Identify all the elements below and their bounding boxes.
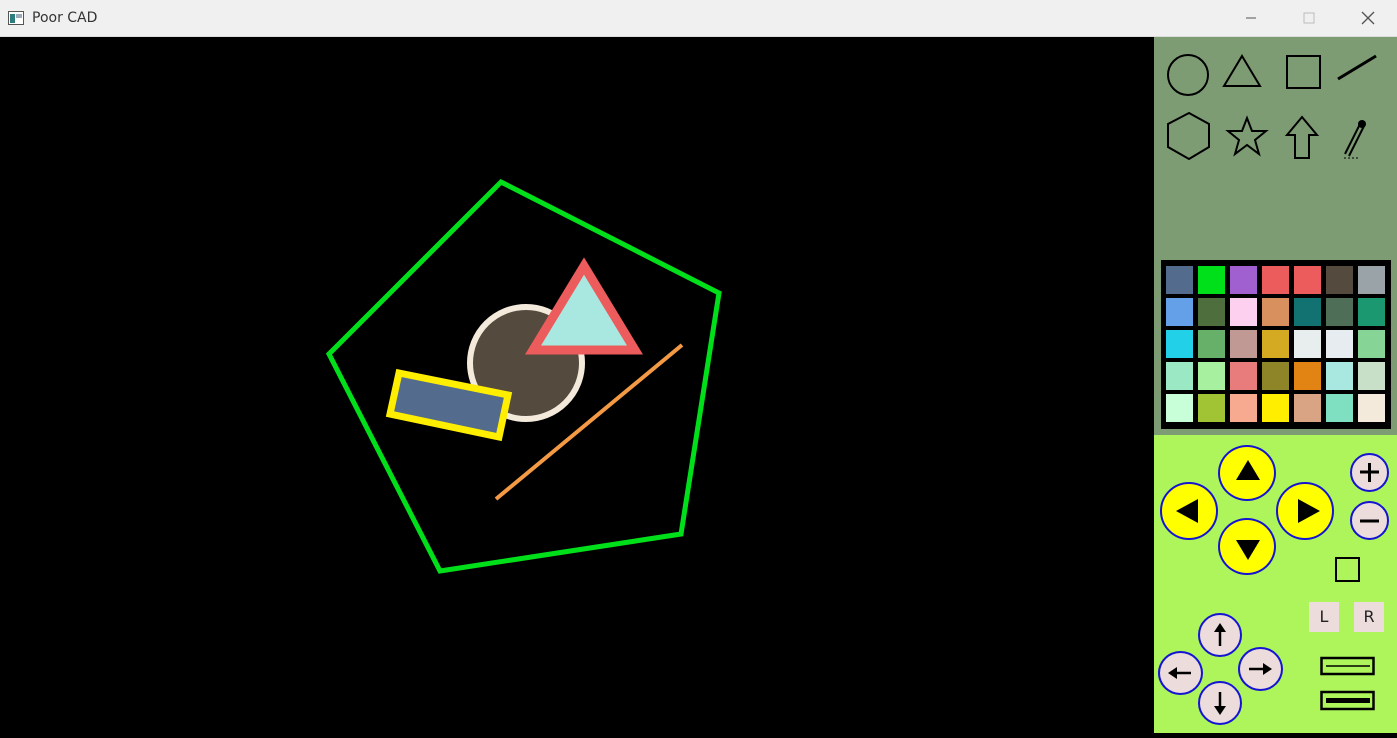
triangle-icon — [1222, 54, 1262, 87]
color-swatch[interactable] — [1294, 266, 1321, 294]
color-swatch[interactable] — [1326, 362, 1353, 390]
color-swatch[interactable] — [1230, 362, 1257, 390]
color-swatch[interactable] — [1294, 362, 1321, 390]
thin-line-icon — [1320, 656, 1375, 676]
arrow-down-icon — [1214, 692, 1226, 715]
shape-triangle[interactable] — [525, 257, 643, 355]
move-down-button[interactable] — [1198, 681, 1242, 725]
tool-circle-button[interactable] — [1163, 50, 1213, 100]
color-swatch[interactable] — [1262, 394, 1289, 422]
square-icon — [1286, 55, 1321, 89]
drawing-canvas[interactable] — [0, 37, 1154, 733]
color-swatch[interactable] — [1230, 394, 1257, 422]
color-swatch[interactable] — [1294, 330, 1321, 358]
window-title: Poor CAD — [32, 10, 98, 26]
tool-pencil-button[interactable] — [1332, 114, 1382, 164]
triangle-right-icon — [1298, 499, 1320, 523]
minus-icon — [1360, 519, 1379, 523]
color-swatch[interactable] — [1358, 394, 1385, 422]
square-outline-icon — [1335, 557, 1360, 582]
circle-icon — [1167, 54, 1209, 96]
tool-star-button[interactable] — [1222, 112, 1272, 162]
color-swatch[interactable] — [1198, 298, 1225, 326]
pan-left-button[interactable] — [1160, 482, 1218, 540]
triangle-up-icon — [1236, 460, 1260, 480]
color-swatch[interactable] — [1326, 298, 1353, 326]
color-swatch[interactable] — [1198, 394, 1225, 422]
pencil-icon — [1344, 120, 1366, 159]
color-swatch[interactable] — [1198, 330, 1225, 358]
arrow-up-icon — [1284, 115, 1320, 159]
line-icon — [1337, 54, 1377, 81]
color-swatch[interactable] — [1294, 394, 1321, 422]
thick-stroke-button[interactable] — [1320, 690, 1376, 712]
color-swatch[interactable] — [1166, 330, 1193, 358]
rotate-left-button[interactable]: L — [1309, 602, 1339, 632]
star-icon — [1225, 115, 1269, 157]
thin-stroke-button[interactable] — [1320, 656, 1376, 678]
close-icon — [1361, 11, 1375, 25]
pan-down-button[interactable] — [1218, 518, 1276, 575]
color-swatch[interactable] — [1230, 330, 1257, 358]
color-swatch[interactable] — [1262, 266, 1289, 294]
color-swatch[interactable] — [1358, 330, 1385, 358]
tool-square-button[interactable] — [1279, 47, 1329, 97]
move-up-button[interactable] — [1198, 613, 1242, 657]
triangle-down-icon — [1236, 540, 1260, 560]
plus-icon — [1360, 463, 1379, 482]
color-swatch[interactable] — [1358, 266, 1385, 294]
color-swatch[interactable] — [1262, 298, 1289, 326]
minimize-button[interactable] — [1222, 0, 1280, 37]
tool-hexagon-button[interactable] — [1163, 110, 1213, 161]
color-swatch[interactable] — [1166, 298, 1193, 326]
color-palette — [1161, 260, 1391, 429]
color-swatch[interactable] — [1166, 362, 1193, 390]
color-swatch[interactable] — [1326, 394, 1353, 422]
tool-triangle-button[interactable] — [1217, 48, 1267, 98]
zoom-out-button[interactable] — [1350, 501, 1389, 540]
color-swatch[interactable] — [1294, 298, 1321, 326]
rotate-right-button[interactable]: R — [1354, 602, 1384, 632]
color-swatch[interactable] — [1166, 394, 1193, 422]
color-swatch[interactable] — [1326, 330, 1353, 358]
app-icon — [8, 11, 24, 25]
color-swatch[interactable] — [1198, 362, 1225, 390]
move-left-button[interactable] — [1158, 651, 1203, 695]
select-box-button[interactable] — [1334, 556, 1362, 584]
color-swatch[interactable] — [1262, 330, 1289, 358]
canvas-svg[interactable] — [0, 37, 1154, 733]
arrow-right-icon — [1249, 663, 1272, 675]
maximize-button[interactable] — [1280, 0, 1338, 37]
color-swatch[interactable] — [1358, 298, 1385, 326]
pan-up-button[interactable] — [1218, 445, 1276, 501]
arrow-left-icon — [1168, 667, 1191, 679]
color-swatch[interactable] — [1230, 266, 1257, 294]
hexagon-icon — [1167, 111, 1210, 161]
color-swatch[interactable] — [1358, 362, 1385, 390]
thick-line-icon — [1320, 690, 1375, 711]
tool-line-button[interactable] — [1333, 44, 1383, 94]
color-swatch[interactable] — [1326, 266, 1353, 294]
color-swatch[interactable] — [1262, 362, 1289, 390]
arrow-up-icon — [1214, 623, 1226, 646]
minimize-icon — [1246, 17, 1256, 19]
maximize-icon — [1303, 12, 1315, 24]
move-right-button[interactable] — [1238, 647, 1283, 691]
tool-arrow-button[interactable] — [1277, 112, 1327, 162]
close-button[interactable] — [1339, 0, 1397, 37]
color-swatch[interactable] — [1198, 266, 1225, 294]
triangle-left-icon — [1176, 499, 1198, 523]
title-bar: Poor CAD — [0, 0, 1397, 37]
color-swatch[interactable] — [1166, 266, 1193, 294]
color-swatch[interactable] — [1230, 298, 1257, 326]
zoom-in-button[interactable] — [1350, 453, 1389, 492]
pan-right-button[interactable] — [1276, 482, 1334, 540]
